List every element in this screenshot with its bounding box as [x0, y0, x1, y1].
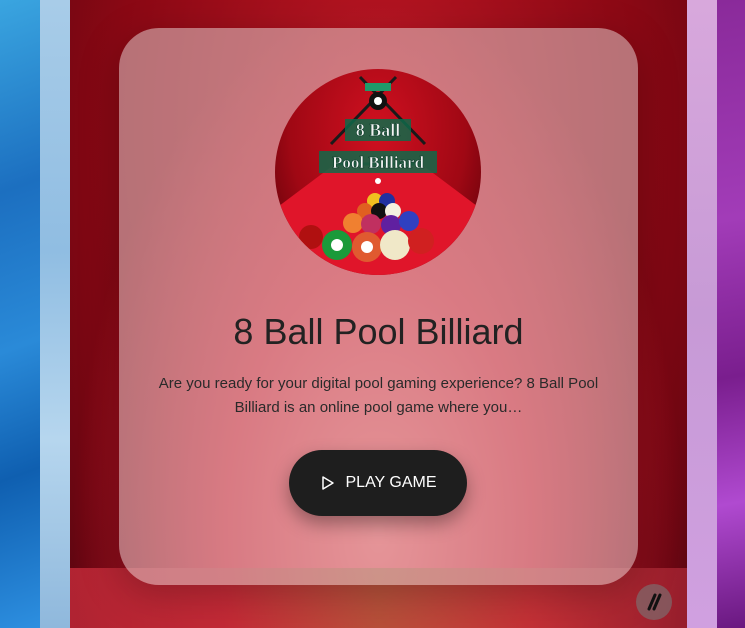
play-icon [321, 476, 334, 490]
play-game-button[interactable]: PLAY GAME [289, 450, 467, 516]
background-right-strip [687, 0, 717, 628]
game-description: Are you ready for your digital pool gami… [158, 375, 599, 416]
brand-badge[interactable] [636, 584, 672, 620]
pool-table-illustration: 8 Ball Pool Billiard [275, 75, 481, 275]
background-left-strip [40, 0, 70, 628]
background-left-blue [0, 0, 40, 628]
thumbnail-text-line1: 8 Ball [356, 120, 401, 140]
thumbnail-text-line2: Pool Billiard [332, 153, 425, 172]
slash-logo-icon [647, 593, 662, 611]
game-thumbnail: 8 Ball Pool Billiard [275, 69, 481, 275]
background-right-purple [717, 0, 745, 628]
play-game-label: PLAY GAME [345, 474, 437, 491]
game-card: 8 Ball Pool Billiard 8 Ball Pool Billiar… [119, 28, 638, 585]
game-title: 8 Ball Pool Billiard [233, 311, 524, 352]
